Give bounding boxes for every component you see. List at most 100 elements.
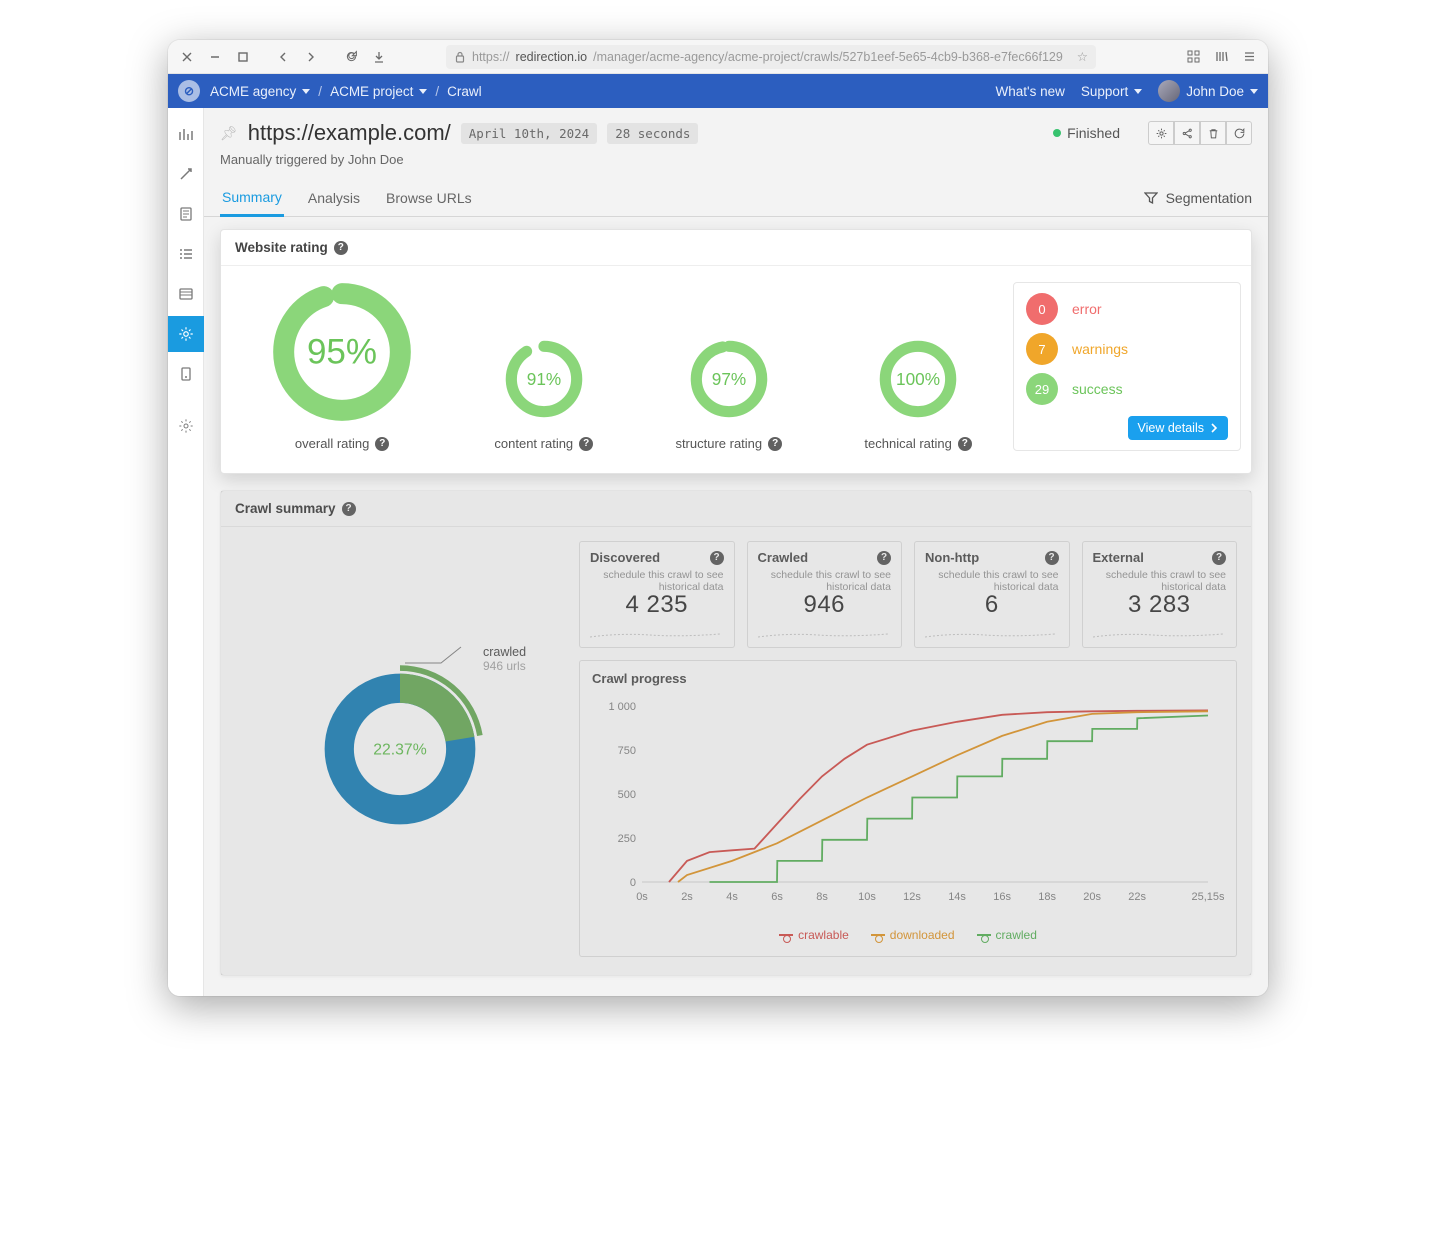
close-icon[interactable] (176, 46, 198, 68)
sidebar-item-5[interactable] (168, 276, 204, 312)
help-icon[interactable]: ? (579, 437, 593, 451)
maximize-icon[interactable] (232, 46, 254, 68)
minimize-icon[interactable] (204, 46, 226, 68)
metric-external: External? schedule this crawl to see his… (1082, 541, 1238, 648)
svg-text:4s: 4s (726, 891, 738, 903)
forward-icon[interactable] (300, 46, 322, 68)
chart-legend: crawlable downloaded crawled (592, 928, 1224, 942)
crawl-summary-card: Crawl summary? 22.37% crawled (220, 490, 1252, 976)
duration-chip: 28 seconds (607, 123, 698, 144)
stats-box: 0error 7warnings 29success View details (1013, 282, 1241, 451)
website-rating-card: Website rating? 95% overall rating? (220, 229, 1252, 474)
help-icon[interactable]: ? (710, 551, 724, 565)
download-icon[interactable] (368, 46, 390, 68)
lock-icon (454, 51, 466, 63)
svg-text:25,15s: 25,15s (1191, 891, 1224, 903)
svg-text:95%: 95% (307, 333, 377, 372)
address-bar[interactable]: https:// redirection.io/manager/acme-agen… (446, 45, 1096, 69)
breadcrumb-org[interactable]: ACME agency (210, 84, 310, 99)
svg-text:22.37%: 22.37% (373, 742, 426, 759)
svg-text:14s: 14s (948, 891, 966, 903)
help-icon[interactable]: ? (958, 437, 972, 451)
date-chip: April 10th, 2024 (461, 123, 597, 144)
segmentation-button[interactable]: Segmentation (1144, 190, 1252, 206)
avatar[interactable] (1158, 80, 1180, 102)
back-icon[interactable] (272, 46, 294, 68)
page-header: 📌︎ https://example.com/ April 10th, 2024… (204, 108, 1268, 173)
svg-text:12s: 12s (903, 891, 921, 903)
svg-text:0: 0 (630, 877, 636, 889)
help-icon[interactable]: ? (877, 551, 891, 565)
bookmark-icon[interactable]: ☆ (1077, 49, 1088, 64)
sidebar-item-crawl[interactable] (168, 316, 204, 352)
tab-summary[interactable]: Summary (220, 179, 284, 217)
svg-text:18s: 18s (1038, 891, 1056, 903)
breadcrumb-project[interactable]: ACME project (330, 84, 427, 99)
app-logo[interactable]: ⊘ (178, 80, 200, 102)
status-badge: Finished (1053, 125, 1120, 141)
svg-text:6s: 6s (771, 891, 783, 903)
pin-icon[interactable]: 📌︎ (220, 125, 238, 142)
help-icon[interactable]: ? (342, 502, 356, 516)
url-prefix: https:// (472, 50, 510, 64)
card-title: Crawl summary (235, 501, 336, 516)
help-icon[interactable]: ? (1045, 551, 1059, 565)
share-icon[interactable] (1174, 121, 1200, 145)
progress-chart: 1 000 750 500 250 0 0s2s (592, 692, 1224, 922)
svg-text:2s: 2s (681, 891, 693, 903)
sidebar-item-2[interactable] (168, 156, 204, 192)
metric-crawled: Crawled? schedule this crawl to see hist… (747, 541, 903, 648)
metric-nonhttp: Non-http? schedule this crawl to see his… (914, 541, 1070, 648)
settings-icon[interactable] (1148, 121, 1174, 145)
help-icon[interactable]: ? (1212, 551, 1226, 565)
url-path: /manager/acme-agency/acme-project/crawls… (593, 50, 1063, 64)
support-link[interactable]: Support (1081, 84, 1142, 99)
svg-text:0s: 0s (636, 891, 648, 903)
filter-icon (1144, 191, 1158, 205)
svg-text:750: 750 (618, 745, 636, 757)
svg-text:97%: 97% (712, 369, 746, 389)
reload-icon[interactable] (340, 46, 362, 68)
card-title: Website rating (235, 240, 328, 255)
sidebar-item-4[interactable] (168, 236, 204, 272)
crawl-donut: 22.37% crawled 946 urls (235, 541, 565, 957)
delete-icon[interactable] (1200, 121, 1226, 145)
tabs: Summary Analysis Browse URLs Segmentatio… (204, 179, 1268, 217)
tab-analysis[interactable]: Analysis (306, 180, 362, 215)
svg-text:10s: 10s (858, 891, 876, 903)
svg-text:500: 500 (618, 789, 636, 801)
refresh-icon[interactable] (1226, 121, 1252, 145)
svg-text:20s: 20s (1083, 891, 1101, 903)
menu-icon[interactable] (1238, 46, 1260, 68)
page-title: https://example.com/ (248, 120, 451, 146)
svg-text:16s: 16s (993, 891, 1011, 903)
stat-error: 0error (1026, 293, 1228, 325)
tab-browse[interactable]: Browse URLs (384, 180, 474, 215)
sidebar-item-3[interactable] (168, 196, 204, 232)
crawl-progress-card: Crawl progress 1 000 750 500 250 0 (579, 660, 1237, 957)
help-icon[interactable]: ? (768, 437, 782, 451)
structure-rating: 97% structure rating? (675, 336, 782, 451)
library-icon[interactable] (1210, 46, 1232, 68)
apps-icon[interactable] (1182, 46, 1204, 68)
svg-text:100%: 100% (896, 369, 940, 389)
url-host: redirection.io (516, 50, 588, 64)
triggered-by: Manually triggered by John Doe (220, 152, 1252, 167)
overall-rating: 95% overall rating? (272, 282, 412, 451)
user-menu[interactable]: John Doe (1186, 84, 1258, 99)
help-icon[interactable]: ? (334, 241, 348, 255)
whats-new-link[interactable]: What's new (996, 84, 1065, 99)
metric-discovered: Discovered? schedule this crawl to see h… (579, 541, 735, 648)
help-icon[interactable]: ? (375, 437, 389, 451)
content-rating: 91% content rating? (494, 336, 593, 451)
toolbar (1148, 121, 1252, 145)
sidebar-item-7[interactable] (168, 356, 204, 392)
breadcrumb-section[interactable]: Crawl (447, 84, 482, 99)
sidebar-item-1[interactable] (168, 116, 204, 152)
sidebar-item-settings[interactable] (168, 408, 204, 444)
technical-rating: 100% technical rating? (864, 336, 971, 451)
view-details-button[interactable]: View details (1128, 416, 1228, 440)
svg-text:91%: 91% (527, 369, 561, 389)
browser-chrome: https:// redirection.io/manager/acme-agen… (168, 40, 1268, 74)
svg-text:1 000: 1 000 (608, 701, 636, 713)
